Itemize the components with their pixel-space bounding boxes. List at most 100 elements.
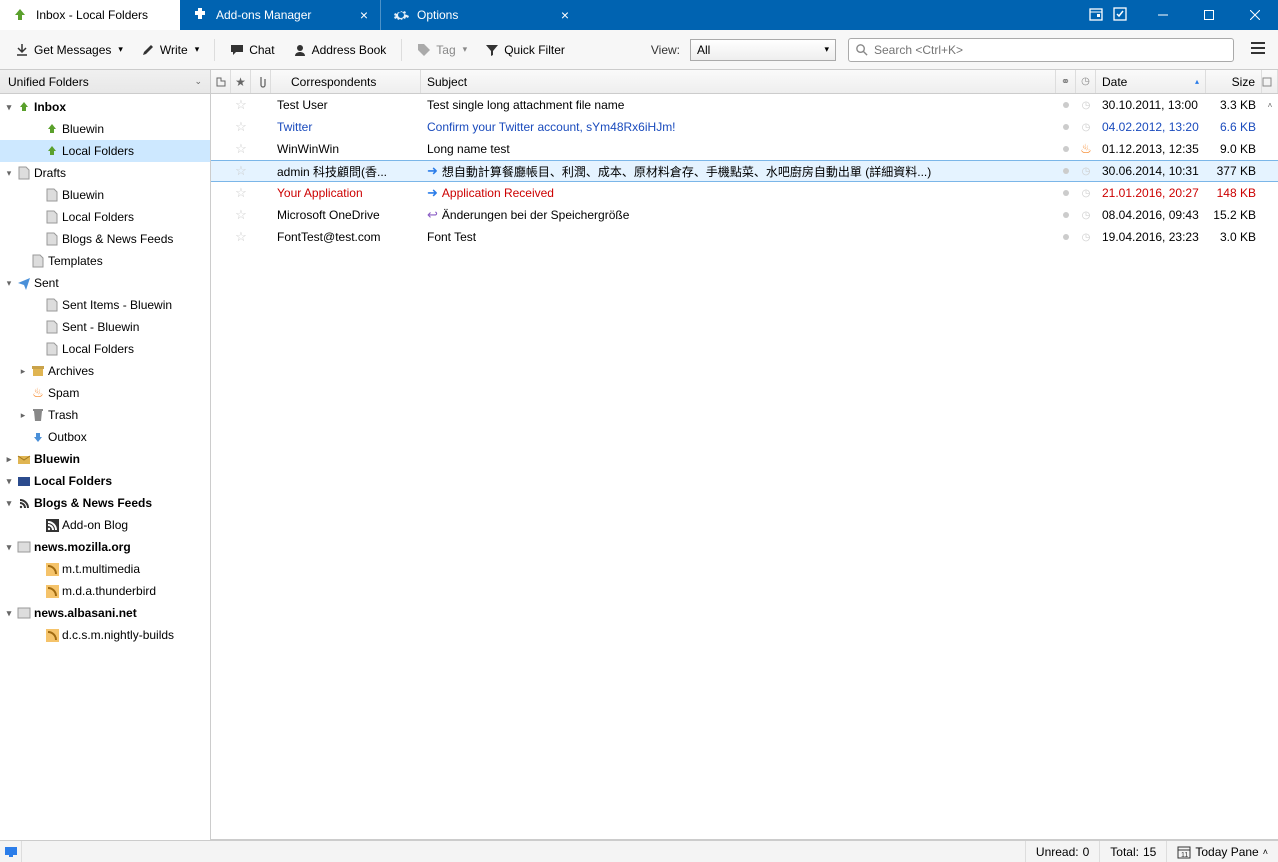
star-icon[interactable]: ☆ (235, 185, 247, 201)
status-total: Total: 15 (1099, 841, 1166, 862)
twisty-icon[interactable]: ▾ (4, 542, 14, 553)
search-field[interactable] (874, 43, 1227, 57)
folder-item[interactable]: Local Folders (0, 338, 210, 360)
tag-button[interactable]: Tag ▾ (410, 38, 474, 62)
message-row[interactable]: ☆WinWinWinLong name test♨01.12.2013, 12:… (211, 138, 1278, 160)
folder-item[interactable]: ▸Trash (0, 404, 210, 426)
folder-icon (44, 143, 60, 159)
maximize-button[interactable] (1186, 0, 1232, 30)
app-menu-button[interactable] (1246, 37, 1270, 62)
folder-item[interactable]: Outbox (0, 426, 210, 448)
label: Quick Filter (504, 43, 565, 57)
tasks-icon[interactable] (1112, 6, 1128, 25)
quick-filter-button[interactable]: Quick Filter (478, 38, 572, 62)
message-row[interactable]: ☆Your Application➜Application Received◷2… (211, 182, 1278, 204)
folder-item[interactable]: ▾Blogs & News Feeds (0, 492, 210, 514)
twisty-icon[interactable]: ▸ (18, 366, 28, 377)
col-date[interactable]: Date ▴ (1096, 70, 1206, 93)
get-messages-button[interactable]: Get Messages ▾ (8, 38, 130, 62)
message-row[interactable]: ☆FontTest@test.comFont Test◷19.04.2016, … (211, 226, 1278, 248)
chevron-down-icon[interactable]: ▾ (195, 44, 200, 55)
tab-inbox[interactable]: Inbox - Local Folders (0, 0, 180, 30)
folder-item[interactable]: m.d.a.thunderbird (0, 580, 210, 602)
star-icon[interactable]: ☆ (235, 207, 247, 223)
folder-item[interactable]: ▾news.mozilla.org (0, 536, 210, 558)
folder-item[interactable]: Bluewin (0, 118, 210, 140)
folder-icon (30, 407, 46, 423)
folder-item[interactable]: d.c.s.m.nightly-builds (0, 624, 210, 646)
address-book-button[interactable]: Address Book (286, 38, 394, 62)
twisty-icon[interactable]: ▾ (4, 608, 14, 619)
chevron-down-icon[interactable]: ▾ (118, 44, 123, 55)
folder-label: m.t.multimedia (62, 562, 140, 576)
folder-icon (16, 99, 32, 115)
twisty-icon[interactable]: ▾ (4, 102, 14, 113)
col-picker[interactable] (1262, 70, 1278, 93)
folder-item[interactable]: ▾Local Folders (0, 470, 210, 492)
twisty-icon[interactable]: ▸ (18, 410, 28, 421)
folder-item[interactable]: m.t.multimedia (0, 558, 210, 580)
message-row[interactable]: ☆admin 科技顧問(香...➜想自動計算餐廳帳目、利潤、成本、原材料倉存、手… (211, 160, 1278, 182)
dot-icon (1063, 168, 1069, 174)
col-attachment[interactable] (251, 70, 271, 93)
star-icon[interactable]: ☆ (235, 229, 247, 245)
close-icon[interactable]: × (340, 7, 368, 23)
star-icon[interactable]: ☆ (235, 97, 247, 113)
folder-item[interactable]: Local Folders (0, 206, 210, 228)
view-select[interactable]: All ▾ (690, 39, 836, 61)
folder-item[interactable]: ▸Bluewin (0, 448, 210, 470)
close-button[interactable] (1232, 0, 1278, 30)
folder-item[interactable]: Sent - Bluewin (0, 316, 210, 338)
folder-item[interactable]: Templates (0, 250, 210, 272)
folder-tree[interactable]: ▾InboxBluewinLocal Folders▾DraftsBluewin… (0, 94, 210, 840)
folder-pane-header[interactable]: Unified Folders ⌄ (0, 70, 210, 94)
calendar-icon[interactable] (1088, 6, 1104, 25)
col-read[interactable]: ◷ (1076, 70, 1096, 93)
close-icon[interactable]: × (541, 7, 569, 23)
folder-item[interactable]: ▾news.albasani.net (0, 602, 210, 624)
chevron-down-icon[interactable]: ⌄ (194, 76, 202, 87)
scroll-gutter (1262, 204, 1278, 226)
scroll-gutter (1262, 161, 1278, 181)
folder-item[interactable]: Add-on Blog (0, 514, 210, 536)
folder-item[interactable]: ▾Drafts (0, 162, 210, 184)
message-row[interactable]: ☆Test UserTest single long attachment fi… (211, 94, 1278, 116)
folder-item[interactable]: ▾Inbox (0, 96, 210, 118)
col-star[interactable]: ★ (231, 70, 251, 93)
folder-label: Sent - Bluewin (62, 320, 139, 334)
col-size[interactable]: Size (1206, 70, 1262, 93)
chevron-down-icon[interactable]: ▾ (463, 44, 468, 55)
folder-item[interactable]: ♨Spam (0, 382, 210, 404)
twisty-icon[interactable]: ▾ (4, 498, 14, 509)
chat-button[interactable]: Chat (223, 38, 281, 62)
star-icon[interactable]: ☆ (235, 141, 247, 157)
folder-item[interactable]: Sent Items - Bluewin (0, 294, 210, 316)
col-spam-indicator[interactable]: ⚭ (1056, 70, 1076, 93)
tab-addons[interactable]: Add-ons Manager × (180, 0, 380, 30)
twisty-icon[interactable]: ▾ (4, 476, 14, 487)
twisty-icon[interactable]: ▸ (4, 454, 14, 465)
twisty-icon[interactable]: ▾ (4, 168, 14, 179)
folder-item[interactable]: ▸ Archives (0, 360, 210, 382)
col-subject[interactable]: Subject (421, 70, 1056, 93)
message-row[interactable]: ☆Microsoft OneDrive↩Änderungen bei der S… (211, 204, 1278, 226)
tab-options[interactable]: Options × (381, 0, 581, 30)
read-dot: ◷ (1082, 232, 1091, 243)
write-button[interactable]: Write ▾ (134, 38, 206, 62)
online-status-icon[interactable] (0, 841, 22, 862)
folder-item[interactable]: Bluewin (0, 184, 210, 206)
search-input[interactable] (848, 38, 1234, 62)
star-icon[interactable]: ☆ (235, 163, 247, 179)
col-thread[interactable] (211, 70, 231, 93)
col-correspondents[interactable]: Correspondents (271, 70, 421, 93)
twisty-icon[interactable]: ▾ (4, 278, 14, 289)
folder-item[interactable]: ▾Sent (0, 272, 210, 294)
minimize-button[interactable] (1140, 0, 1186, 30)
star-icon[interactable]: ☆ (235, 119, 247, 135)
message-row[interactable]: ☆TwitterConfirm your Twitter account, sY… (211, 116, 1278, 138)
folder-item[interactable]: Local Folders (0, 140, 210, 162)
folder-item[interactable]: Blogs & News Feeds (0, 228, 210, 250)
today-pane-button[interactable]: 11 Today Pane ˄ (1166, 841, 1278, 862)
message-list[interactable]: ☆Test UserTest single long attachment fi… (211, 94, 1278, 840)
folder-label: Archives (48, 364, 94, 378)
